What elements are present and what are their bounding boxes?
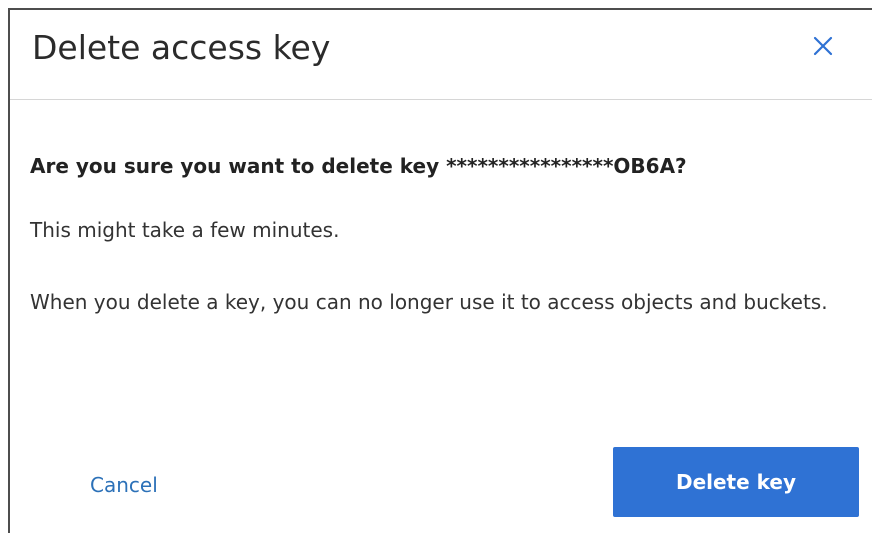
confirmation-question: Are you sure you want to delete key ****…: [30, 154, 687, 178]
duration-notice: This might take a few minutes.: [30, 218, 340, 242]
cancel-button[interactable]: Cancel: [82, 465, 166, 505]
close-icon: [813, 36, 833, 60]
consequence-warning: When you delete a key, you can no longer…: [30, 290, 828, 314]
delete-key-button[interactable]: Delete key: [613, 447, 859, 517]
dialog-title: Delete access key: [32, 28, 331, 67]
close-button[interactable]: [807, 32, 839, 64]
dialog-header: Delete access key: [10, 10, 872, 100]
delete-access-key-dialog: Delete access key Are you sure you want …: [8, 8, 872, 533]
